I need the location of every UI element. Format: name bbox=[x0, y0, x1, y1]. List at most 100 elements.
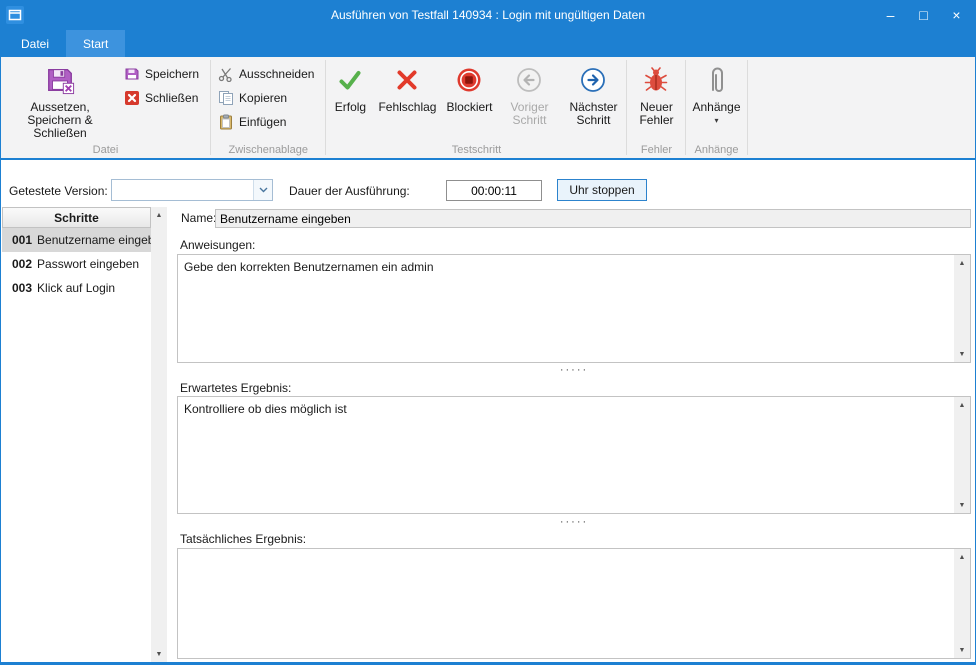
splitter-handle[interactable]: ····· bbox=[177, 364, 971, 376]
expected-result-label: Erwartetes Ergebnis: bbox=[180, 381, 291, 395]
instructions-textarea[interactable]: Gebe den korrekten Benutzernamen ein adm… bbox=[177, 254, 971, 363]
window-title: Ausführen von Testfall 140934 : Login mi… bbox=[1, 0, 975, 30]
ribbon-button-label: Schließen bbox=[145, 91, 198, 105]
ribbon-button-label: Blockiert bbox=[446, 101, 492, 114]
ribbon-button-label: Anhänge bbox=[692, 101, 740, 114]
version-combobox[interactable] bbox=[111, 179, 273, 201]
step-row[interactable]: 003 Klick auf Login bbox=[2, 276, 151, 300]
cross-icon bbox=[395, 61, 419, 99]
scroll-down-icon[interactable]: ▼ bbox=[151, 646, 167, 662]
name-label: Name: bbox=[181, 211, 216, 225]
ribbon-button-label: Aussetzen, Speichern & Schließen bbox=[7, 101, 113, 140]
attachments-button[interactable]: Anhänge ▾ bbox=[687, 58, 745, 125]
minimize-button[interactable]: – bbox=[874, 0, 907, 30]
step-row[interactable]: 001 Benutzername eingeben bbox=[2, 228, 151, 252]
ribbon-tab-row: Datei Start bbox=[1, 30, 975, 57]
chevron-down-icon bbox=[259, 187, 268, 193]
cut-button[interactable]: Ausschneiden bbox=[212, 62, 324, 86]
expected-result-textarea[interactable]: Kontrolliere ob dies möglich ist ▲ ▼ bbox=[177, 396, 971, 514]
save-suspend-icon bbox=[45, 61, 75, 99]
previous-step-icon bbox=[516, 61, 542, 99]
ribbon-group-content: Anhänge ▾ bbox=[687, 58, 745, 143]
expected-result-text: Kontrolliere ob dies möglich ist bbox=[184, 402, 948, 417]
previous-step-button: Voriger Schritt bbox=[497, 58, 561, 127]
ribbon-group-content: Erfolg Fehlschlag Blockiert bbox=[327, 58, 625, 143]
ribbon-group-content: Aussetzen, Speichern & Schließen Speiche… bbox=[2, 58, 209, 143]
instructions-label: Anweisungen: bbox=[180, 238, 255, 252]
ribbon-group-anhaenge: Anhänge ▾ Anhänge bbox=[686, 57, 746, 158]
splitter-handle[interactable]: ····· bbox=[177, 516, 971, 528]
step-name-input[interactable] bbox=[215, 209, 971, 228]
save-button[interactable]: Speichern bbox=[118, 62, 209, 86]
suspend-save-close-button[interactable]: Aussetzen, Speichern & Schließen bbox=[2, 58, 118, 140]
scroll-up-icon[interactable]: ▲ bbox=[151, 207, 167, 223]
save-icon bbox=[123, 66, 140, 83]
instructions-scrollbar[interactable]: ▲ ▼ bbox=[954, 255, 970, 362]
ribbon-button-label: Fehlschlag bbox=[378, 101, 436, 114]
step-number: 003 bbox=[12, 281, 32, 295]
ribbon-group-label: Testschritt bbox=[326, 144, 626, 156]
scroll-down-icon[interactable]: ▼ bbox=[954, 497, 970, 513]
duration-input[interactable] bbox=[446, 180, 542, 201]
ribbon-group-content: Neuer Fehler bbox=[628, 58, 684, 143]
new-defect-button[interactable]: Neuer Fehler bbox=[628, 58, 684, 127]
tested-version-label: Getestete Version: bbox=[9, 184, 108, 198]
ribbon-button-label: Kopieren bbox=[239, 91, 287, 105]
tab-datei[interactable]: Datei bbox=[4, 30, 66, 57]
app-window: Ausführen von Testfall 140934 : Login mi… bbox=[0, 0, 976, 665]
duration-label: Dauer der Ausführung: bbox=[289, 184, 410, 198]
scissors-icon bbox=[217, 66, 234, 83]
instructions-text: Gebe den korrekten Benutzernamen ein adm… bbox=[184, 260, 948, 275]
actual-scrollbar[interactable]: ▲ ▼ bbox=[954, 549, 970, 658]
ribbon-group-zwischenablage: Ausschneiden Kopieren Einfügen bbox=[211, 57, 325, 158]
combobox-dropdown-button[interactable] bbox=[253, 180, 272, 200]
next-step-button[interactable]: Nächster Schritt bbox=[561, 58, 625, 127]
ribbon-group-datei: Aussetzen, Speichern & Schließen Speiche… bbox=[1, 57, 210, 158]
check-icon bbox=[337, 61, 363, 99]
close-testcase-button[interactable]: Schließen bbox=[118, 86, 209, 110]
steps-panel: Schritte 001 Benutzername eingeben 002 P… bbox=[2, 207, 167, 662]
scroll-up-icon[interactable]: ▲ bbox=[954, 397, 970, 413]
chevron-down-icon[interactable]: ▾ bbox=[715, 117, 719, 125]
ribbon-group-label: Datei bbox=[1, 144, 210, 156]
tab-start[interactable]: Start bbox=[66, 30, 125, 57]
steps-header: Schritte bbox=[2, 207, 151, 228]
fail-button[interactable]: Fehlschlag bbox=[373, 58, 441, 114]
actual-result-label: Tatsächliches Ergebnis: bbox=[180, 532, 306, 546]
ribbon: Aussetzen, Speichern & Schließen Speiche… bbox=[1, 57, 975, 160]
copy-button[interactable]: Kopieren bbox=[212, 86, 324, 110]
small-button-stack: Ausschneiden Kopieren Einfügen bbox=[212, 58, 324, 134]
scroll-down-icon[interactable]: ▼ bbox=[954, 346, 970, 362]
window-controls: – □ × bbox=[874, 0, 973, 30]
paste-button[interactable]: Einfügen bbox=[212, 110, 324, 134]
maximize-button[interactable]: □ bbox=[907, 0, 940, 30]
step-row[interactable]: 002 Passwort eingeben bbox=[2, 252, 151, 276]
success-button[interactable]: Erfolg bbox=[327, 58, 373, 114]
ribbon-button-label: Nächster Schritt bbox=[566, 101, 620, 127]
stop-icon bbox=[456, 61, 482, 99]
close-button[interactable]: × bbox=[940, 0, 973, 30]
copy-icon bbox=[217, 90, 234, 107]
paste-icon bbox=[217, 114, 234, 131]
ribbon-group-label: Anhänge bbox=[686, 144, 746, 156]
step-label: Klick auf Login bbox=[37, 281, 115, 295]
ribbon-button-label: Ausschneiden bbox=[239, 67, 314, 81]
close-red-icon bbox=[123, 90, 140, 107]
steps-list: 001 Benutzername eingeben 002 Passwort e… bbox=[2, 228, 151, 662]
scroll-up-icon[interactable]: ▲ bbox=[954, 549, 970, 565]
blocked-button[interactable]: Blockiert bbox=[441, 58, 497, 114]
ribbon-button-label: Speichern bbox=[145, 67, 199, 81]
steps-scrollbar[interactable]: ▲ ▼ bbox=[151, 207, 167, 662]
titlebar: Ausführen von Testfall 140934 : Login mi… bbox=[1, 0, 975, 30]
small-button-stack: Speichern Schließen bbox=[118, 58, 209, 110]
step-label: Passwort eingeben bbox=[37, 257, 139, 271]
stop-clock-button[interactable]: Uhr stoppen bbox=[557, 179, 647, 201]
actual-result-textarea[interactable]: ▲ ▼ bbox=[177, 548, 971, 659]
next-step-icon bbox=[580, 61, 606, 99]
ribbon-button-label: Neuer Fehler bbox=[633, 101, 679, 127]
expected-scrollbar[interactable]: ▲ ▼ bbox=[954, 397, 970, 513]
scroll-down-icon[interactable]: ▼ bbox=[954, 642, 970, 658]
ribbon-separator bbox=[747, 60, 748, 155]
scroll-up-icon[interactable]: ▲ bbox=[954, 255, 970, 271]
ribbon-group-label: Zwischenablage bbox=[211, 144, 325, 156]
